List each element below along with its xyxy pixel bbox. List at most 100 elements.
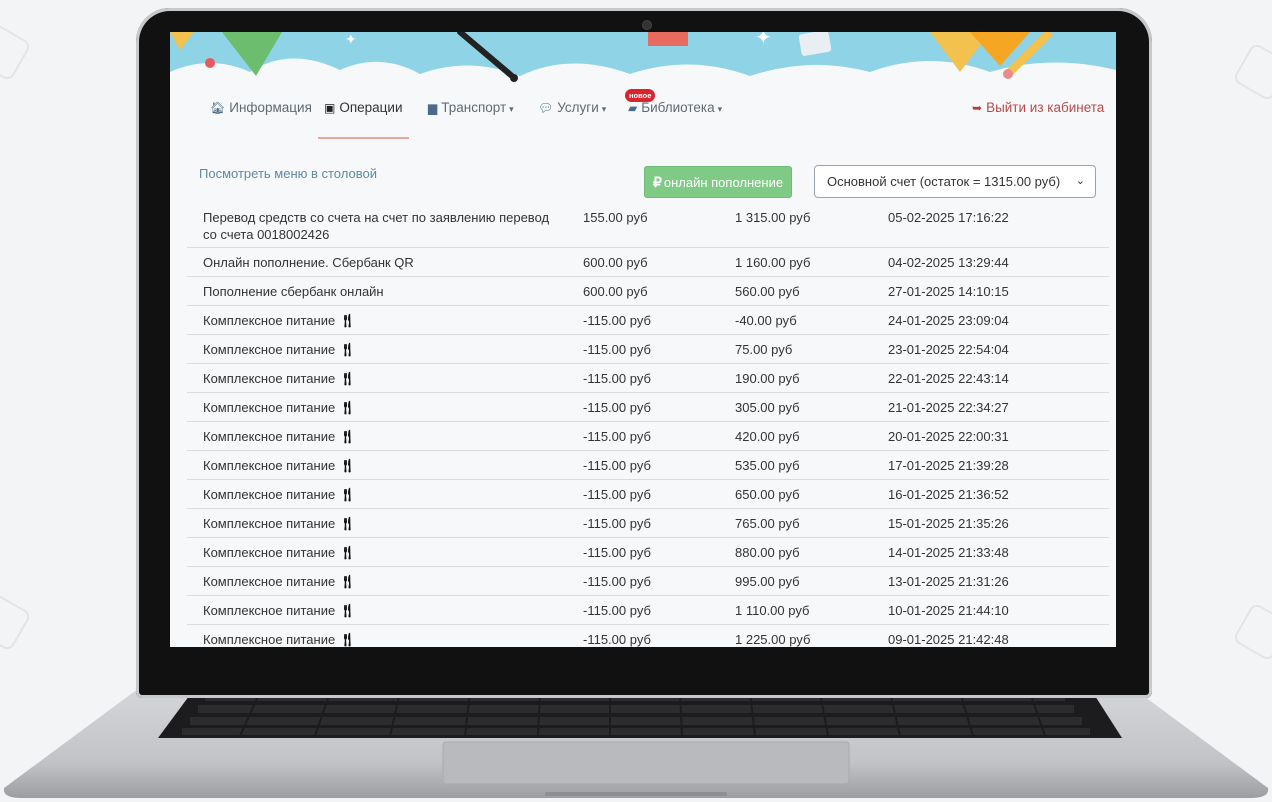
table-row: Комплексное питание 🍴︎ -115.00 руб 650.00 р… (187, 480, 1109, 509)
cutlery-icon: 🍴︎ (339, 603, 356, 618)
table-row: Комплексное питание 🍴︎ -115.00 руб 535.00 р… (187, 451, 1109, 480)
background-decoration (0, 21, 33, 83)
operation-balance-cell: 1 315.00 руб (735, 209, 810, 226)
operation-description-cell: Перевод средств со счета на счет по заяв… (203, 209, 563, 243)
cutlery-icon: 🍴︎ (339, 574, 356, 589)
table-row: Комплексное питание 🍴︎ -115.00 руб -40.00 р… (187, 306, 1109, 335)
logout-link[interactable]: ➥ Выйти из кабинета (972, 100, 1104, 128)
logout-label: Выйти из кабинета (986, 100, 1105, 115)
operation-balance-cell: 535.00 руб (735, 457, 800, 474)
account-select-value: Основной счет (остаток = 1315.00 руб) (827, 174, 1061, 189)
operation-balance: 305.00 руб (735, 400, 800, 415)
operation-description-cell: Комплексное питание 🍴︎ (203, 631, 563, 647)
operation-date: 13-01-2025 21:31:26 (888, 574, 1009, 589)
table-row: Онлайн пополнение. Сбербанк QR 600.00 руб… (187, 248, 1109, 277)
operation-description: Комплексное питание (203, 545, 336, 560)
money-icon: ▣ (324, 101, 336, 115)
cutlery-icon: 🍴︎ (339, 313, 356, 328)
table-row: Комплексное питание 🍴︎ -115.00 руб 190.00 р… (187, 364, 1109, 393)
operation-date: 16-01-2025 21:36:52 (888, 487, 1009, 502)
operation-amount-cell: -115.00 руб (583, 486, 651, 503)
operation-date-cell: 09-01-2025 21:42:48 (888, 631, 1009, 647)
operation-description: Комплексное питание (203, 342, 336, 357)
table-row: Комплексное питание 🍴︎ -115.00 руб 1 110.00… (187, 596, 1109, 625)
operation-description-cell: Комплексное питание 🍴︎ (203, 544, 563, 561)
operation-date-cell: 22-01-2025 22:43:14 (888, 370, 1009, 387)
operation-date: 10-01-2025 21:44:10 (888, 603, 1009, 618)
operation-description: Комплексное питание (203, 632, 336, 647)
operation-amount-cell: -115.00 руб (583, 602, 651, 619)
nav-item-operations[interactable]: ▣ Операции (318, 100, 409, 139)
table-row: Комплексное питание 🍴︎ -115.00 руб 420.00 р… (187, 422, 1109, 451)
operation-date: 09-01-2025 21:42:48 (888, 632, 1009, 647)
operation-amount-cell: -115.00 руб (583, 399, 651, 416)
operation-amount-cell: -115.00 руб (583, 544, 651, 561)
canteen-menu-link[interactable]: Посмотреть меню в столовой (199, 166, 377, 181)
operation-date: 27-01-2025 14:10:15 (888, 284, 1009, 299)
operation-amount: -115.00 руб (583, 313, 651, 328)
operation-balance-cell: 305.00 руб (735, 399, 800, 416)
nav-item-info[interactable]: 🏠︎ Информация (210, 100, 312, 128)
webcam-icon (642, 20, 652, 30)
operations-table: Перевод средств со счета на счет по заяв… (187, 203, 1109, 647)
operation-amount-cell: -115.00 руб (583, 515, 651, 532)
nav-item-transport[interactable]: ▆ Транспорт ▾ (428, 100, 514, 128)
operation-description: Комплексное питание (203, 574, 336, 589)
operation-balance: 535.00 руб (735, 458, 800, 473)
operation-amount: -115.00 руб (583, 545, 651, 560)
nav-item-library[interactable]: ▰ Библиотека ▾ (628, 100, 722, 128)
table-row: Комплексное питание 🍴︎ -115.00 руб 1 225.00… (187, 625, 1109, 647)
operation-amount: 155.00 руб (583, 210, 648, 225)
nav-item-services[interactable]: 💬︎ Услуги ▾ (538, 100, 606, 128)
operation-balance: 765.00 руб (735, 516, 800, 531)
operation-amount: -115.00 руб (583, 632, 651, 647)
caret-down-icon: ▾ (509, 104, 514, 114)
operation-balance: 1 225.00 руб (735, 632, 811, 647)
operation-description-cell: Комплексное питание 🍴︎ (203, 399, 563, 416)
operation-description: Комплексное питание (203, 371, 336, 386)
operation-date-cell: 24-01-2025 23:09:04 (888, 312, 1009, 329)
cutlery-icon: 🍴︎ (339, 400, 356, 415)
table-row: Комплексное питание 🍴︎ -115.00 руб 75.00 ру… (187, 335, 1109, 364)
operation-balance: 75.00 руб (735, 342, 793, 357)
operation-amount: -115.00 руб (583, 371, 651, 386)
online-topup-button[interactable]: ₽ онлайн пополнение (644, 166, 792, 198)
operation-amount: -115.00 руб (583, 487, 651, 502)
operation-description: Комплексное питание (203, 603, 336, 618)
operation-balance-cell: 1 160.00 руб (735, 254, 810, 271)
cutlery-icon: 🍴︎ (339, 516, 356, 531)
operation-description: Онлайн пополнение. Сбербанк QR (203, 255, 414, 270)
cutlery-icon: 🍴︎ (339, 632, 356, 647)
operation-description: Комплексное питание (203, 400, 336, 415)
table-row: Комплексное питание 🍴︎ -115.00 руб 765.00 р… (187, 509, 1109, 538)
cutlery-icon: 🍴︎ (339, 342, 356, 357)
account-select[interactable]: Основной счет (остаток = 1315.00 руб) ⌄ (814, 165, 1096, 198)
operation-date-cell: 04-02-2025 13:29:44 (888, 254, 1009, 271)
svg-text:✦: ✦ (755, 32, 772, 49)
operation-amount-cell: 155.00 руб (583, 209, 648, 226)
operation-balance-cell: -40.00 руб (735, 312, 797, 329)
operation-description: Комплексное питание (203, 458, 336, 473)
nav-item-label: Информация (229, 100, 312, 115)
operation-amount-cell: -115.00 руб (583, 370, 651, 387)
nav-item-label: Библиотека (641, 100, 715, 115)
operation-date: 24-01-2025 23:09:04 (888, 313, 1009, 328)
operation-balance: 1 160.00 руб (735, 255, 811, 270)
operation-amount: -115.00 руб (583, 516, 651, 531)
cutlery-icon: 🍴︎ (339, 545, 356, 560)
operation-description-cell: Комплексное питание 🍴︎ (203, 602, 563, 619)
operation-date: 21-01-2025 22:34:27 (888, 400, 1009, 415)
operation-description-cell: Комплексное питание 🍴︎ (203, 341, 563, 358)
operation-description-cell: Комплексное питание 🍴︎ (203, 457, 563, 474)
table-row: Перевод средств со счета на счет по заяв… (187, 203, 1109, 248)
operation-balance: 1 110.00 руб (735, 603, 810, 618)
table-row: Комплексное питание 🍴︎ -115.00 руб 880.00 р… (187, 538, 1109, 567)
operation-date: 14-01-2025 21:33:48 (888, 545, 1009, 560)
operation-date-cell: 14-01-2025 21:33:48 (888, 544, 1009, 561)
operation-amount-cell: 600.00 руб (583, 254, 648, 271)
operation-balance-cell: 650.00 руб (735, 486, 800, 503)
operation-balance-cell: 765.00 руб (735, 515, 800, 532)
operation-amount-cell: -115.00 руб (583, 428, 651, 445)
operation-amount: -115.00 руб (583, 458, 651, 473)
background-decoration (0, 591, 33, 653)
